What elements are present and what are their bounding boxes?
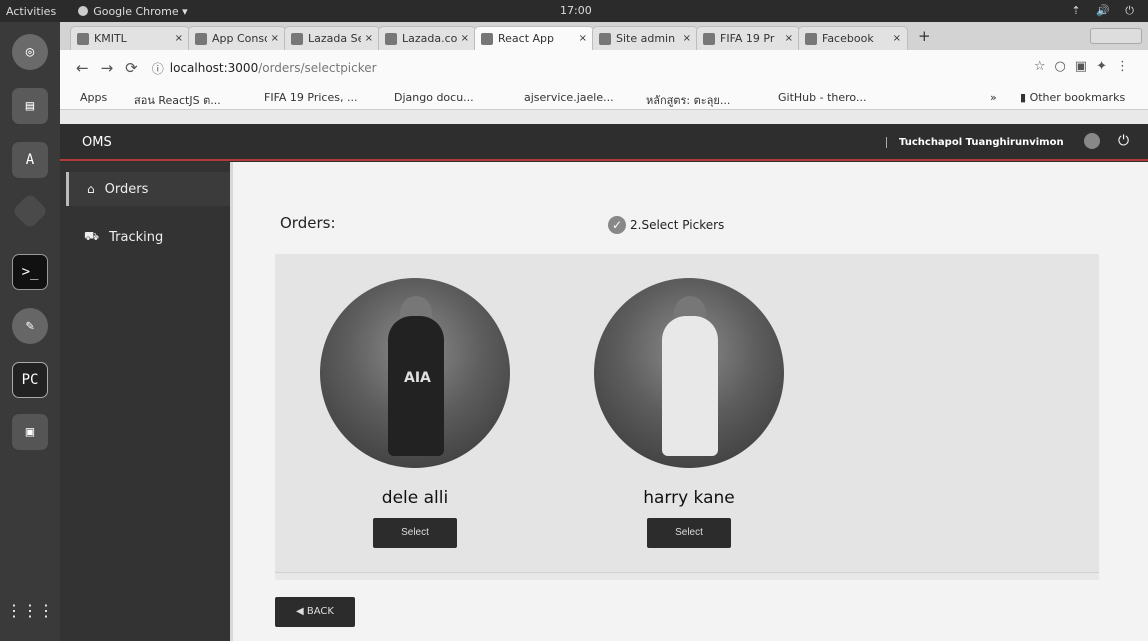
terminal-launcher-icon[interactable]: >_ bbox=[12, 254, 48, 290]
bookmark-ajservice[interactable]: ajservice.jaele... bbox=[524, 91, 614, 104]
picker-name: dele alli bbox=[381, 488, 449, 508]
tab-close-icon[interactable]: × bbox=[893, 33, 901, 44]
show-apps-icon[interactable]: ⋮⋮⋮ bbox=[6, 592, 54, 628]
folder-icon: ▮ bbox=[1020, 91, 1030, 104]
activities-button[interactable]: Activities bbox=[6, 5, 56, 18]
toolbar-icons[interactable]: ☆○▣✦⋮ bbox=[1034, 59, 1138, 74]
chrome-icon bbox=[78, 6, 89, 16]
system-indicators[interactable]: ⇡ 🔊 ⏻ bbox=[1071, 4, 1140, 18]
system-top-bar: Activities Google Chrome ▾ 17:00 ⇡ 🔊 ⏻ bbox=[0, 0, 1148, 22]
select-picker-button[interactable]: Select bbox=[373, 518, 457, 548]
tab-close-icon[interactable]: × bbox=[175, 33, 183, 44]
facebook-favicon-icon bbox=[805, 32, 817, 45]
sidebar-item-tracking[interactable]: ⛟ Tracking bbox=[66, 220, 230, 254]
site-info-icon[interactable]: ⓘ bbox=[152, 60, 164, 77]
select-picker-button[interactable]: Select bbox=[647, 518, 731, 548]
new-tab-button[interactable]: + bbox=[918, 27, 931, 45]
lazada-favicon-icon bbox=[385, 32, 397, 45]
picker-photo: AIA bbox=[320, 278, 510, 468]
horizontal-scrollbar[interactable] bbox=[275, 572, 1099, 580]
app-console-favicon-icon bbox=[195, 32, 207, 45]
avatar[interactable] bbox=[1084, 133, 1100, 149]
app-navbar: OMS Tuchchapol Tuanghirunvimon ⏻ bbox=[60, 124, 1148, 162]
sidebar: ⌂ Orders ⛟ Tracking bbox=[60, 162, 230, 641]
user-name: Tuchchapol Tuanghirunvimon bbox=[886, 137, 1064, 148]
picker-card: harry kane Select bbox=[589, 278, 789, 548]
tab-close-icon[interactable]: × bbox=[271, 33, 279, 44]
sidebar-item-label: Orders bbox=[104, 181, 149, 197]
tab-close-icon[interactable]: × bbox=[365, 33, 373, 44]
screenshot-launcher-icon[interactable]: ▣ bbox=[12, 414, 48, 450]
software-launcher-icon[interactable]: A bbox=[12, 142, 48, 178]
git-launcher-icon[interactable] bbox=[11, 192, 49, 230]
tab-fifa[interactable]: FIFA 19 Pr × bbox=[696, 26, 800, 50]
sidebar-item-orders[interactable]: ⌂ Orders bbox=[66, 172, 230, 206]
bookmark-react[interactable]: สอน ReactJS ต... bbox=[134, 91, 221, 109]
truck-icon: ⛟ bbox=[84, 229, 100, 243]
chrome-launcher-icon[interactable]: ◎ bbox=[12, 34, 48, 70]
tab-lazada[interactable]: Lazada.co × bbox=[378, 26, 476, 50]
bookmark-fifa[interactable]: FIFA 19 Prices, ... bbox=[264, 91, 357, 104]
document-favicon-icon bbox=[599, 32, 611, 45]
tab-site-admin[interactable]: Site admin × bbox=[592, 26, 698, 50]
tab-react-app[interactable]: React App × bbox=[474, 26, 594, 50]
navbar-divider bbox=[60, 159, 1148, 161]
main-content: Orders: ✓ 2.Select Pickers AIA dele alli… bbox=[233, 162, 1148, 641]
app-menu-label: Google Chrome ▾ bbox=[93, 4, 188, 18]
reload-icon[interactable]: ⟳ bbox=[125, 59, 138, 77]
tab-close-icon[interactable]: × bbox=[461, 33, 469, 44]
omnibox-bar: ← → ⟳ ⓘ localhost:3000/orders/selectpick… bbox=[60, 50, 1148, 86]
tab-close-icon[interactable]: × bbox=[785, 33, 793, 44]
tab-kmitl[interactable]: KMITL × bbox=[70, 26, 190, 50]
tab-lazada-seller[interactable]: Lazada Sell× bbox=[284, 26, 380, 50]
step-indicator: ✓ 2.Select Pickers bbox=[608, 216, 724, 234]
browser-window: KMITL× App Conso× Lazada Sell× Lazada.co… bbox=[60, 22, 1148, 124]
power-icon[interactable]: ⏻ bbox=[1118, 133, 1129, 149]
app-brand[interactable]: OMS bbox=[82, 135, 112, 150]
postman-launcher-icon[interactable]: ✎ bbox=[12, 308, 48, 344]
app-menu[interactable]: Google Chrome ▾ bbox=[78, 4, 188, 18]
sidebar-item-label: Tracking bbox=[109, 229, 164, 245]
launcher-dock: ◎ ▤ A >_ ✎ PC ▣ ⋮⋮⋮ bbox=[0, 22, 60, 641]
tab-close-icon[interactable]: × bbox=[683, 33, 691, 44]
bookmark-django[interactable]: Django docu... bbox=[394, 91, 474, 104]
document-favicon-icon bbox=[291, 32, 303, 45]
step-label: 2.Select Pickers bbox=[630, 218, 725, 232]
bookmarks-bar: Apps สอน ReactJS ต... FIFA 19 Prices, ..… bbox=[60, 86, 1148, 110]
back-button[interactable]: ◀ BACK bbox=[275, 597, 355, 627]
fifa-favicon-icon bbox=[703, 32, 715, 45]
forward-arrow-icon[interactable]: → bbox=[101, 59, 114, 77]
window-controls[interactable] bbox=[1090, 28, 1142, 44]
tab-close-icon[interactable]: × bbox=[579, 33, 587, 44]
tab-facebook[interactable]: Facebook × bbox=[798, 26, 908, 50]
kmitl-favicon-icon bbox=[77, 32, 89, 45]
address-bar[interactable]: localhost:3000/orders/selectpicker bbox=[170, 61, 377, 75]
more-bookmarks-icon[interactable]: » bbox=[990, 91, 997, 104]
back-arrow-icon[interactable]: ← bbox=[76, 59, 89, 77]
pycharm-launcher-icon[interactable]: PC bbox=[12, 362, 48, 398]
home-icon: ⌂ bbox=[87, 182, 95, 196]
page-title: Orders: bbox=[280, 214, 336, 232]
tab-strip: KMITL× App Conso× Lazada Sell× Lazada.co… bbox=[60, 22, 1148, 50]
picker-name: harry kane bbox=[643, 488, 735, 508]
bookmark-github[interactable]: GitHub - thero... bbox=[778, 91, 866, 104]
tab-app-console[interactable]: App Conso × bbox=[188, 26, 286, 50]
bookmark-apps[interactable]: Apps bbox=[80, 91, 107, 104]
check-circle-icon: ✓ bbox=[608, 216, 626, 234]
picker-list: AIA dele alli Select harry kane Select bbox=[275, 254, 1099, 572]
picker-photo bbox=[594, 278, 784, 468]
files-launcher-icon[interactable]: ▤ bbox=[12, 88, 48, 124]
clock[interactable]: 17:00 bbox=[560, 4, 592, 17]
other-bookmarks[interactable]: ▮ Other bookmarks bbox=[1020, 91, 1125, 104]
react-favicon-icon bbox=[481, 32, 493, 45]
shirt-text: AIA bbox=[404, 370, 431, 386]
bookmark-course[interactable]: หลักสูตร: ตะลุย... bbox=[646, 91, 730, 109]
picker-card: AIA dele alli Select bbox=[315, 278, 515, 548]
